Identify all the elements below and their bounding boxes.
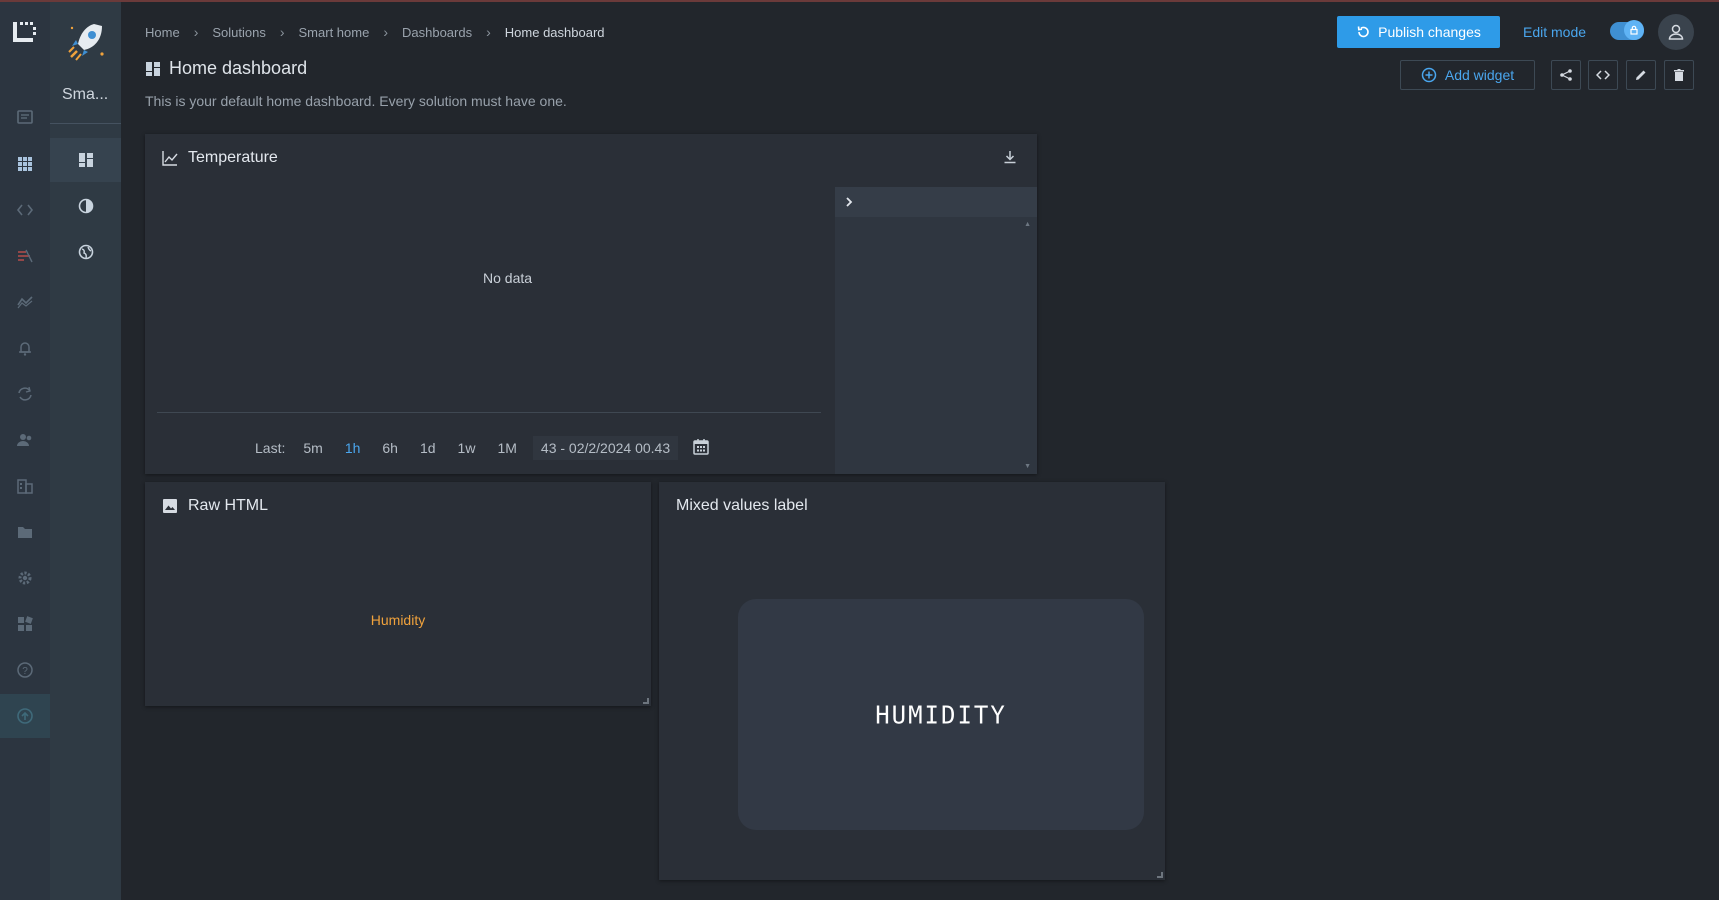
lcd-display: HUMIDITY xyxy=(738,599,1144,830)
breadcrumb-dashboards[interactable]: Dashboards xyxy=(402,25,472,40)
legend-collapse-button[interactable] xyxy=(835,187,1037,217)
publish-changes-label: Publish changes xyxy=(1378,24,1481,40)
image-icon xyxy=(163,499,177,513)
nav-overview-icon[interactable] xyxy=(0,100,50,134)
chevron-right-icon: › xyxy=(383,24,388,40)
nav-organization-icon[interactable] xyxy=(0,469,50,503)
temperature-widget[interactable]: Temperature No data Last: 5m 1h 6h 1d 1w… xyxy=(145,134,1037,474)
code-icon xyxy=(1596,70,1610,80)
resize-handle[interactable] xyxy=(1157,872,1163,878)
chart-legend-panel: ▲ ▼ xyxy=(835,187,1037,474)
temperature-widget-header: Temperature xyxy=(162,149,278,167)
pencil-icon xyxy=(1636,70,1646,80)
mixed-values-widget-title: Mixed values label xyxy=(676,497,808,514)
nav-help-icon[interactable]: ? xyxy=(0,653,50,687)
mixed-values-label-widget[interactable]: Mixed values label HUMIDITY xyxy=(659,482,1165,880)
calendar-icon[interactable] xyxy=(692,438,710,459)
app-logo-icon[interactable] xyxy=(11,18,39,46)
share-button[interactable] xyxy=(1551,60,1581,90)
edit-mode-toggle[interactable] xyxy=(1610,20,1644,40)
time-option-1M[interactable]: 1M xyxy=(497,440,516,456)
nav-upload-icon[interactable] xyxy=(0,694,50,738)
raw-html-widget-title: Raw HTML xyxy=(188,497,269,514)
chevron-right-icon xyxy=(846,197,853,207)
chevron-right-icon: › xyxy=(193,24,199,40)
time-range-selector: Last: 5m 1h 6h 1d 1w 1M 43 - 02/2/2024 0… xyxy=(255,436,710,460)
page-title: Home dashboard xyxy=(145,58,307,79)
nav-code-icon[interactable] xyxy=(0,193,50,227)
mixed-values-widget-header: Mixed values label xyxy=(676,497,808,515)
share-icon xyxy=(1560,69,1572,81)
scroll-down-arrow-icon[interactable]: ▼ xyxy=(1024,463,1031,470)
no-data-message: No data xyxy=(483,270,533,286)
nav-settings-gear-icon[interactable] xyxy=(0,561,50,595)
svg-text:?: ? xyxy=(22,666,28,677)
download-icon[interactable] xyxy=(1003,150,1017,169)
nav-solutions-icon[interactable] xyxy=(0,147,50,181)
solution-nav-globe-icon[interactable] xyxy=(50,230,121,274)
lock-icon xyxy=(1624,20,1644,40)
raw-html-widget-header: Raw HTML xyxy=(162,497,268,515)
add-circle-icon xyxy=(1421,67,1437,83)
user-icon xyxy=(1668,24,1684,40)
edit-mode-label[interactable]: Edit mode xyxy=(1523,24,1586,40)
chevron-right-icon: › xyxy=(279,24,285,40)
time-option-5m[interactable]: 5m xyxy=(303,440,322,456)
breadcrumb-current: Home dashboard xyxy=(504,24,605,40)
time-range-label: Last: xyxy=(255,440,286,456)
breadcrumb-smart-home[interactable]: Smart home xyxy=(299,25,370,40)
undo-icon xyxy=(1357,26,1369,38)
solution-rocket-icon xyxy=(68,24,104,61)
panel-divider xyxy=(50,123,121,124)
nav-alerts-bell-icon[interactable] xyxy=(0,331,50,365)
custom-range-field[interactable]: 43 - 02/2/2024 00.43 xyxy=(532,436,679,460)
solution-nav-theme-icon[interactable] xyxy=(50,184,121,228)
breadcrumb-home[interactable]: Home xyxy=(145,25,180,40)
raw-html-widget[interactable]: Raw HTML Humidity xyxy=(145,482,651,706)
delete-dashboard-button[interactable] xyxy=(1664,60,1694,90)
nav-sync-icon[interactable] xyxy=(0,377,50,411)
nav-folder-icon[interactable] xyxy=(0,515,50,549)
edit-dashboard-button[interactable] xyxy=(1626,60,1656,90)
user-avatar[interactable] xyxy=(1658,14,1694,50)
solution-panel: Sma... xyxy=(50,2,121,900)
nav-data-flow-icon[interactable] xyxy=(0,239,50,273)
add-widget-button[interactable]: Add widget xyxy=(1400,60,1535,90)
embed-code-button[interactable] xyxy=(1588,60,1618,90)
page-description: This is your default home dashboard. Eve… xyxy=(145,93,567,109)
solution-name[interactable]: Sma... xyxy=(62,86,108,104)
time-option-1w[interactable]: 1w xyxy=(458,440,476,456)
main-nav-rail: ? xyxy=(0,2,50,900)
nav-trends-icon[interactable] xyxy=(0,285,50,319)
chart-x-axis xyxy=(157,412,821,413)
solution-nav-dashboards-icon[interactable] xyxy=(50,138,121,182)
publish-changes-button[interactable]: Publish changes xyxy=(1337,16,1500,48)
time-option-1d[interactable]: 1d xyxy=(420,440,436,456)
breadcrumb-solutions[interactable]: Solutions xyxy=(212,25,265,40)
breadcrumb: Home › Solutions › Smart home › Dashboar… xyxy=(145,24,605,40)
add-widget-label: Add widget xyxy=(1444,67,1515,83)
time-option-6h[interactable]: 6h xyxy=(382,440,398,456)
page-title-text: Home dashboard xyxy=(169,58,308,78)
line-chart-icon xyxy=(162,151,178,166)
chevron-right-icon: › xyxy=(486,24,491,40)
humidity-html-text: Humidity xyxy=(370,612,426,628)
nav-widgets-icon[interactable] xyxy=(0,607,50,641)
nav-users-icon[interactable] xyxy=(0,423,50,457)
temperature-widget-title: Temperature xyxy=(188,149,278,166)
lcd-display-text: HUMIDITY xyxy=(875,699,1007,730)
scroll-up-arrow-icon[interactable]: ▲ xyxy=(1024,221,1031,228)
dashboard-icon xyxy=(146,61,160,76)
trash-icon xyxy=(1674,69,1684,81)
resize-handle[interactable] xyxy=(643,698,649,704)
time-option-1h[interactable]: 1h xyxy=(345,440,361,456)
